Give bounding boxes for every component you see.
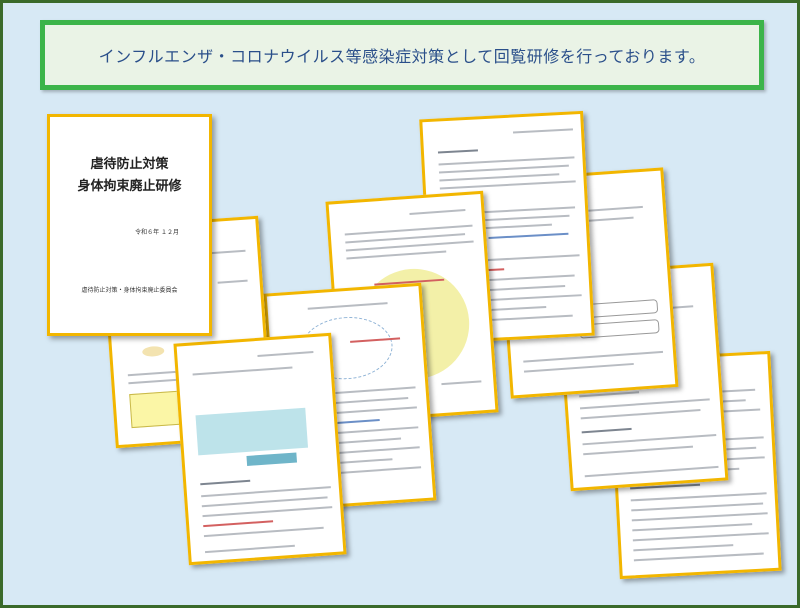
cover-sheet: 虐待防止対策 身体拘束廃止研修 令和６年 １２月 虐待防止対策・身体拘束廃止委員… — [47, 114, 212, 336]
cover-date: 令和６年 １２月 — [135, 229, 179, 236]
poster-frame: インフルエンザ・コロナウイルス等感染症対策として回覧研修を行っております。 虐待… — [0, 0, 800, 608]
banner: インフルエンザ・コロナウイルス等感染症対策として回覧研修を行っております。 — [40, 20, 764, 90]
document-sheet-front — [173, 332, 347, 566]
diagram-box — [195, 407, 309, 456]
cover-title-line1: 虐待防止対策 — [90, 157, 169, 172]
banner-text: インフルエンザ・コロナウイルス等感染症対策として回覧研修を行っております。 — [98, 47, 706, 66]
cover-committee: 虐待防止対策・身体拘束廃止委員会 — [81, 287, 178, 294]
cover-title-line2: 身体拘束廃止研修 — [77, 179, 182, 194]
